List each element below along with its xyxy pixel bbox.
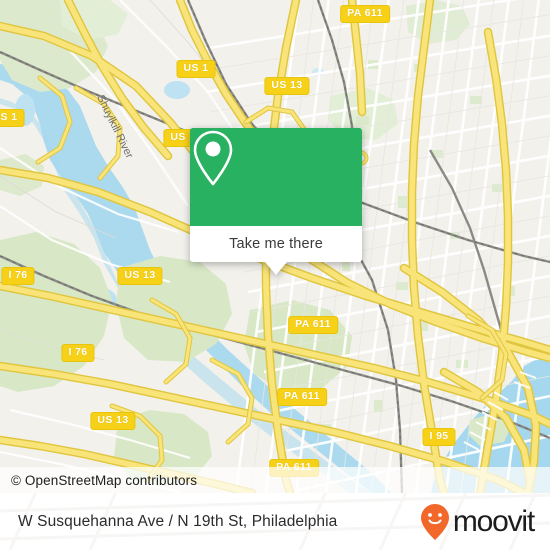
highway-shield: US 13	[90, 412, 136, 430]
moovit-smiley-pin-icon	[420, 503, 449, 540]
highway-shield: PA 611	[277, 388, 327, 406]
highway-shield: PA 611	[288, 316, 338, 334]
highway-shield: I 95	[422, 428, 456, 446]
take-me-there-label: Take me there	[229, 236, 323, 252]
callout-tail	[265, 262, 287, 275]
map-pin-icon	[193, 130, 233, 186]
callout-pin-area	[190, 128, 362, 226]
attribution-text: © OpenStreetMap contributors	[11, 472, 198, 488]
moovit-logo[interactable]: moovit	[420, 503, 535, 541]
highway-shield: US 1	[176, 60, 216, 78]
map-screenshot: Shuylkill River PA 611US 1US 13US 1US 13…	[0, 0, 550, 550]
highway-shield: I 76	[1, 267, 35, 285]
location-title: W Susquehanna Ave / N 19th St, Philadelp…	[18, 512, 338, 530]
footer-bar: W Susquehanna Ave / N 19th St, Philadelp…	[0, 493, 550, 550]
map-attribution: © OpenStreetMap contributors	[0, 467, 550, 493]
map-canvas[interactable]: Shuylkill River PA 611US 1US 13US 1US 13…	[0, 0, 550, 493]
highway-shield: PA 611	[340, 5, 390, 23]
location-callout[interactable]: Take me there	[190, 128, 362, 275]
highway-shield: US 13	[264, 77, 310, 95]
highway-shield: US 1	[0, 109, 25, 127]
highway-shield: I 76	[61, 344, 95, 362]
take-me-there-button[interactable]: Take me there	[190, 226, 362, 262]
moovit-wordmark: moovit	[452, 504, 535, 538]
highway-shield: US 13	[117, 267, 163, 285]
